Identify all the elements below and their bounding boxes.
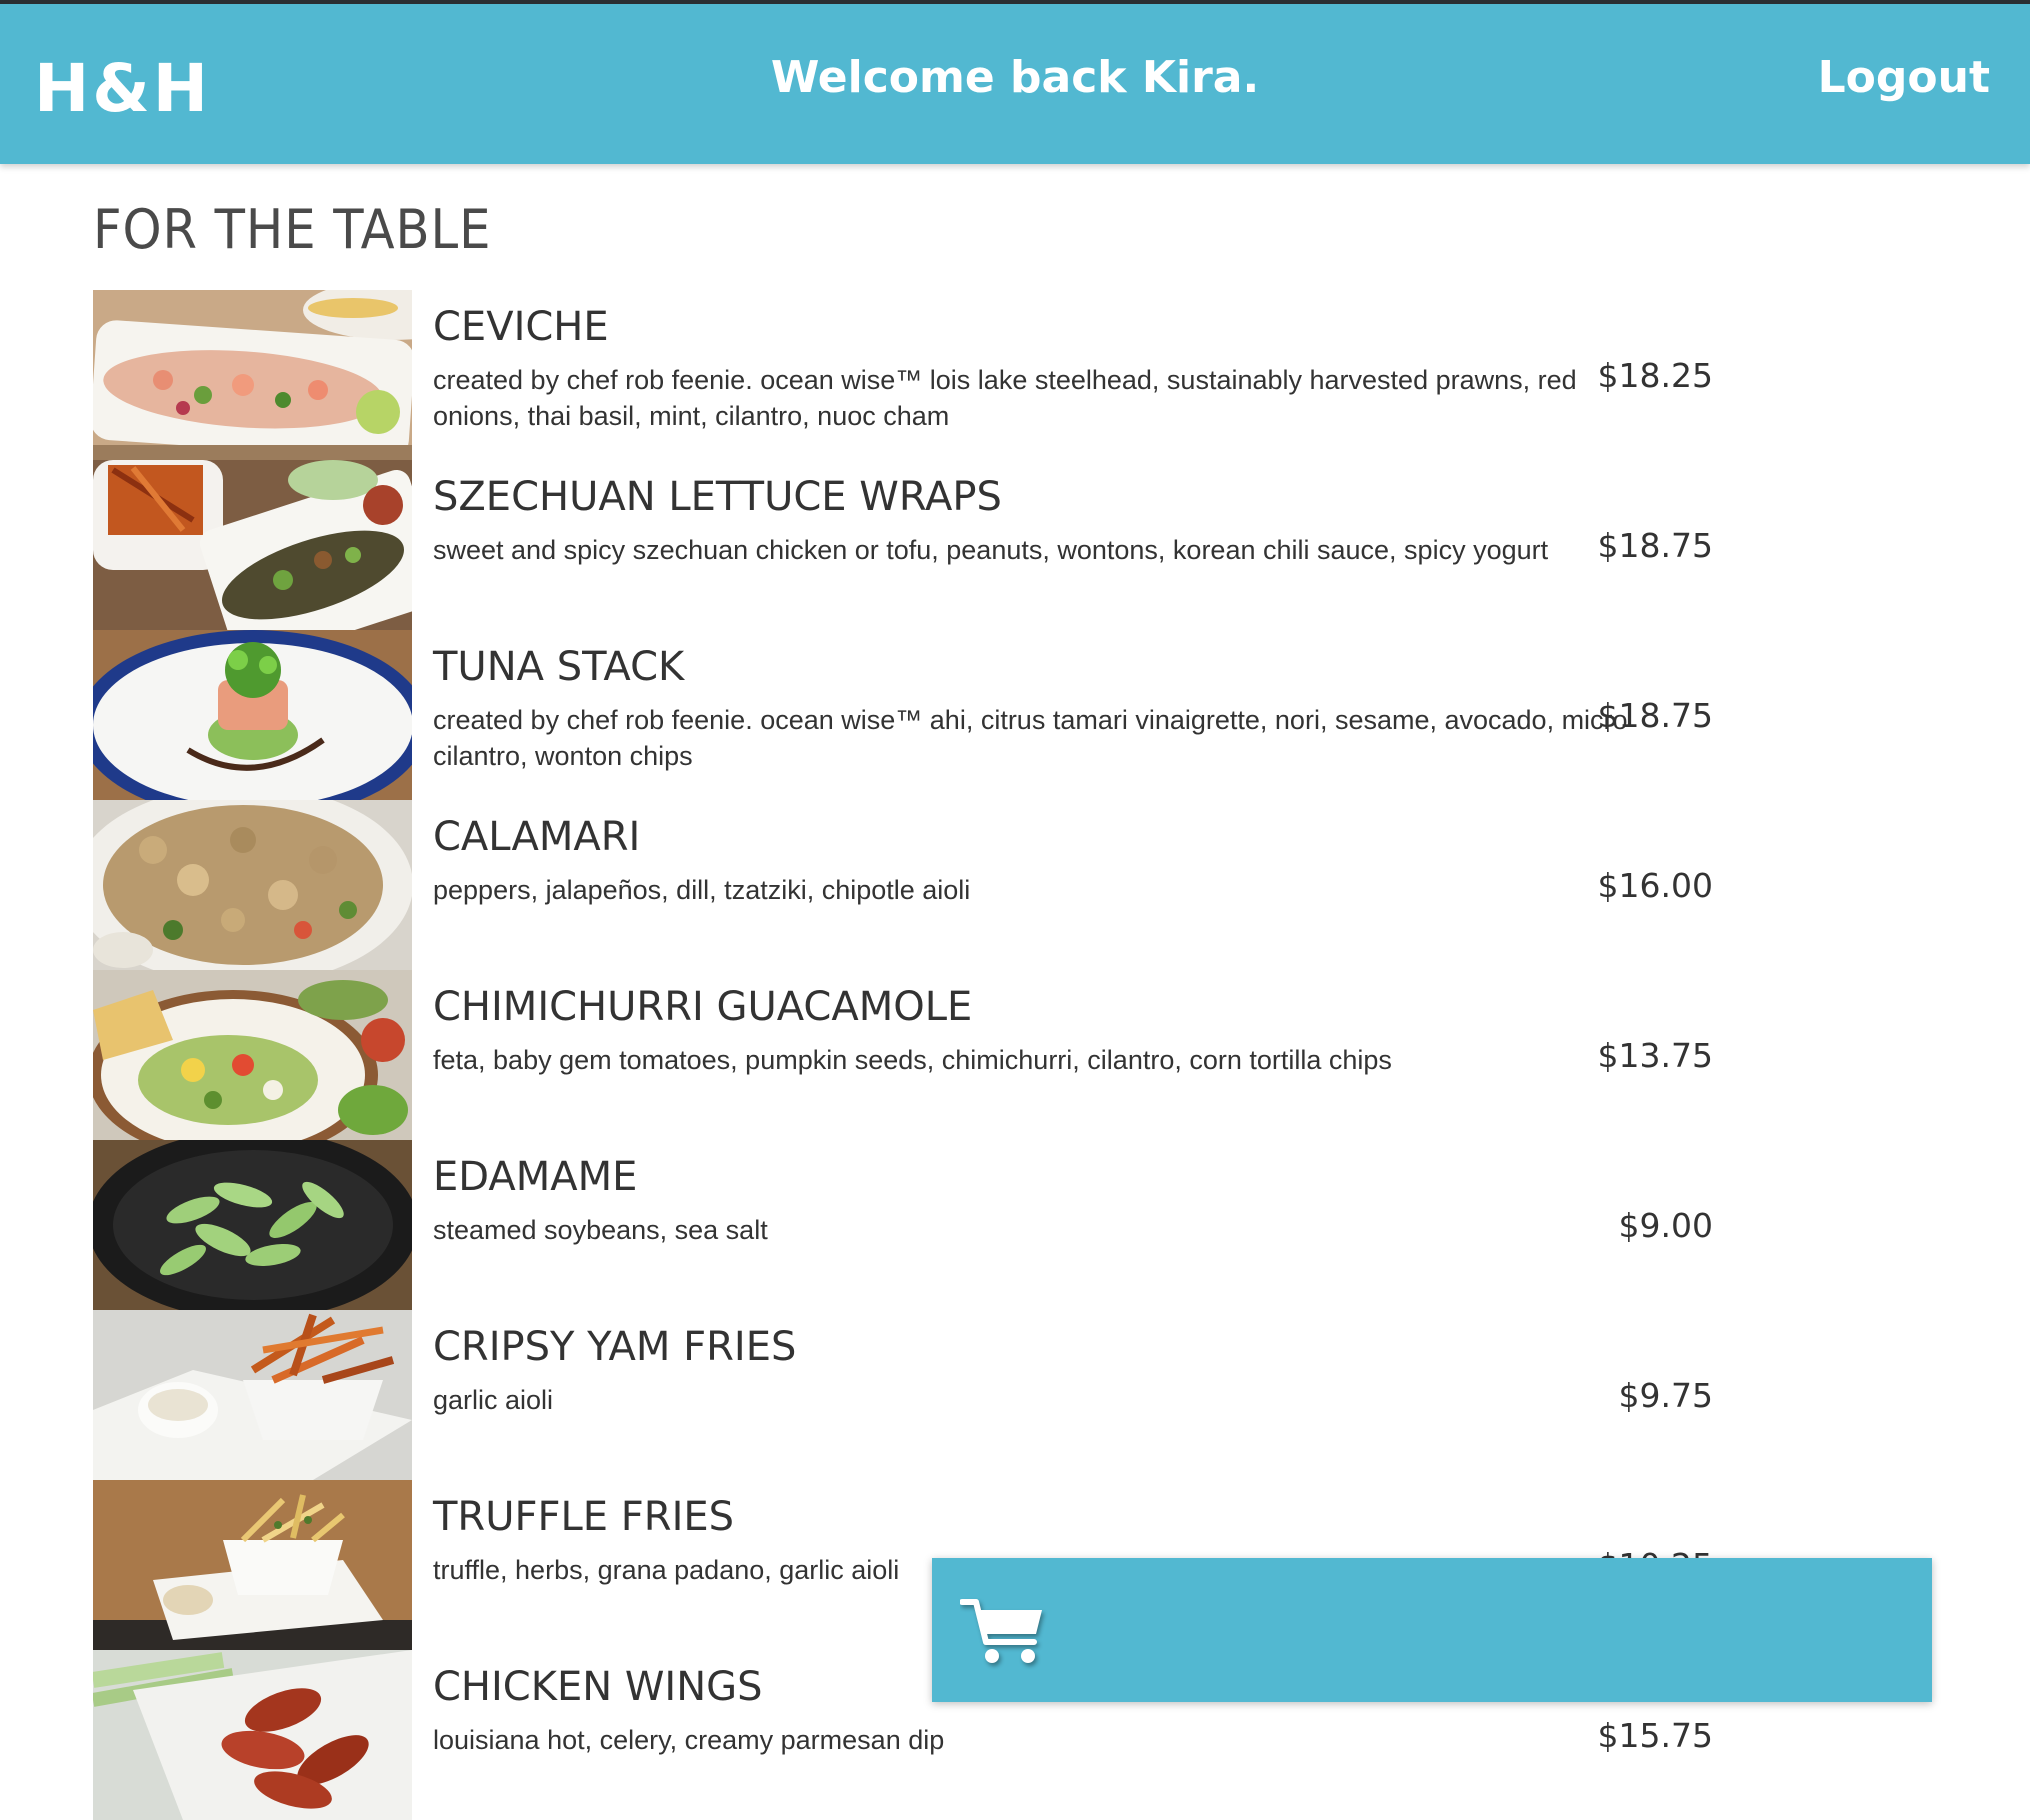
menu-item-calamari[interactable]: CALAMARI peppers, jalapeños, dill, tzatz… xyxy=(93,800,1713,970)
ceviche-photo xyxy=(93,290,412,460)
menu-item-ceviche[interactable]: CEVICHE created by chef rob feenie. ocea… xyxy=(93,290,1713,460)
item-price: $16.00 xyxy=(1597,866,1713,905)
szechuan-lettuce-wraps-photo xyxy=(93,460,412,630)
item-description: steamed soybeans, sea salt xyxy=(433,1215,768,1245)
item-description: louisiana hot, celery, creamy parmesan d… xyxy=(433,1725,945,1755)
chicken-wings-photo xyxy=(93,1650,412,1820)
item-name: TRUFFLE FRIES xyxy=(433,1494,735,1540)
item-description: garlic aioli xyxy=(433,1385,554,1415)
item-price: $15.75 xyxy=(1597,1716,1713,1755)
cart-bar[interactable] xyxy=(932,1558,1932,1702)
item-description: feta, baby gem tomatoes, pumpkin seeds, … xyxy=(433,1045,1392,1075)
tuna-stack-photo xyxy=(93,630,412,800)
section-title: FOR THE TABLE xyxy=(93,198,492,261)
welcome-message: Welcome back Kira. xyxy=(770,52,1260,103)
item-name: SZECHUAN LETTUCE WRAPS xyxy=(433,474,1002,520)
item-description: created by chef rob feenie. ocean wise™ … xyxy=(433,705,1628,771)
item-name: TUNA STACK xyxy=(433,644,685,690)
item-name: CALAMARI xyxy=(433,814,641,860)
item-description: peppers, jalapeños, dill, tzatziki, chip… xyxy=(433,875,971,905)
item-name: CHICKEN WINGS xyxy=(433,1664,763,1710)
cripsy-yam-fries-photo xyxy=(93,1310,412,1480)
chimichurri-guacamole-photo xyxy=(93,970,412,1140)
shopping-cart-icon[interactable] xyxy=(959,1594,1050,1670)
logout-link[interactable]: Logout xyxy=(1818,52,1990,103)
calamari-photo xyxy=(93,800,412,970)
item-price: $9.00 xyxy=(1618,1206,1713,1245)
item-name: CEVICHE xyxy=(433,304,609,350)
menu-item-chimichurri-guacamole[interactable]: CHIMICHURRI GUACAMOLE feta, baby gem tom… xyxy=(93,970,1713,1140)
item-name: CHIMICHURRI GUACAMOLE xyxy=(433,984,973,1030)
menu-item-szechuan-lettuce-wraps[interactable]: SZECHUAN LETTUCE WRAPS sweet and spicy s… xyxy=(93,460,1713,630)
item-description: created by chef rob feenie. ocean wise™ … xyxy=(433,365,1577,431)
item-price: $18.75 xyxy=(1597,696,1713,735)
app-header: H&H Welcome back Kira. Logout xyxy=(0,4,2030,164)
menu-item-tuna-stack[interactable]: TUNA STACK created by chef rob feenie. o… xyxy=(93,630,1713,800)
item-name: EDAMAME xyxy=(433,1154,638,1200)
edamame-photo xyxy=(93,1140,412,1310)
truffle-fries-photo xyxy=(93,1480,412,1650)
menu-item-edamame[interactable]: EDAMAME steamed soybeans, sea salt $9.00 xyxy=(93,1140,1713,1310)
menu-item-cripsy-yam-fries[interactable]: CRIPSY YAM FRIES garlic aioli $9.75 xyxy=(93,1310,1713,1480)
item-price: $18.25 xyxy=(1597,356,1713,395)
item-price: $18.75 xyxy=(1597,526,1713,565)
item-price: $13.75 xyxy=(1597,1036,1713,1075)
item-name: CRIPSY YAM FRIES xyxy=(433,1324,797,1370)
item-price: $9.75 xyxy=(1618,1376,1713,1415)
item-description: sweet and spicy szechuan chicken or tofu… xyxy=(433,535,1549,565)
